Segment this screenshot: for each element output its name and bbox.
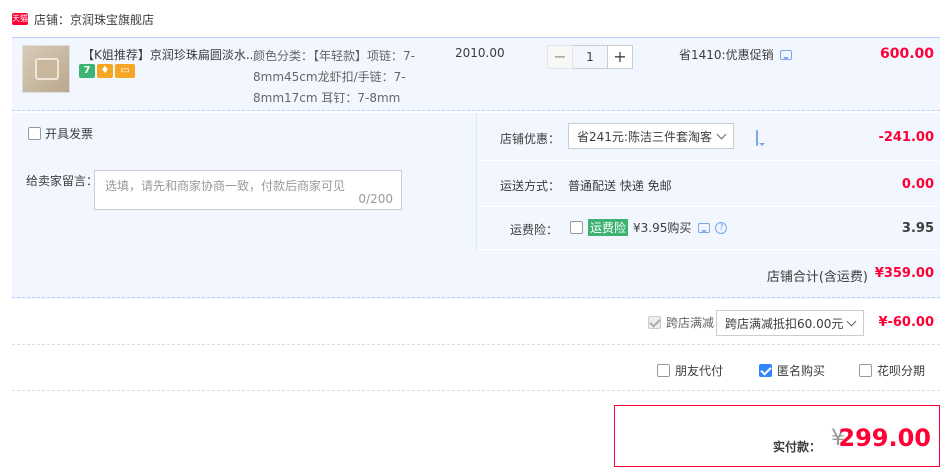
shop-name-link[interactable]: 店铺：京润珠宝旗舰店 [34, 11, 154, 28]
anonymous-label: 匿名购买 [777, 364, 826, 378]
promotion-info: 省1410:优惠促销 [679, 46, 792, 63]
shop-discount-value: -241.00 [878, 130, 934, 145]
shop-discount-row: 店铺优惠： 省241元:陈洁三件套淘客 -241.00 [478, 113, 940, 161]
cross-store-checkbox [648, 316, 661, 329]
shop-total-row: 店铺合计(含运费) ¥359.00 [12, 250, 940, 298]
shipping-label: 运送方式： [500, 179, 561, 193]
chat-icon[interactable] [779, 49, 792, 60]
huabei-label: 花呗分期 [877, 364, 926, 378]
message-char-count: 0/200 [358, 192, 393, 206]
invoice-checkbox[interactable] [28, 127, 41, 140]
insurance-tag: 运费险 [588, 219, 629, 236]
shipping-method: 普通配送 快递 免邮 [568, 179, 672, 193]
invoice-label: 开具发票 [45, 127, 94, 141]
item-total: 600.00 [879, 46, 934, 62]
cross-store-value: ¥-60.00 [878, 315, 934, 330]
unit-price: 2010.00 [455, 46, 505, 60]
insurance-value: 3.95 [901, 221, 934, 236]
service-badges: 7 ♦ ▭ [79, 64, 135, 78]
increase-button[interactable]: + [607, 45, 633, 69]
decrease-button[interactable]: − [547, 45, 573, 69]
cross-store-label: 跨店满减 [666, 316, 715, 330]
shop-header: 天猫 店铺：京润珠宝旗舰店 [12, 8, 154, 30]
shop-total-value: ¥359.00 [874, 266, 934, 281]
insurance-price: ¥3.95购买 [633, 221, 692, 235]
left-options: 开具发票 给卖家留言： 选填，请先和商家协商一致，付款后商家可见 0/200 [12, 113, 477, 250]
message-label: 给卖家留言： [26, 174, 99, 188]
cross-store-selected: 跨店满减抵扣60.00元 [725, 316, 844, 331]
help-icon[interactable]: ? [715, 221, 728, 234]
cross-store-option: 跨店满减 [648, 314, 714, 331]
quantity-stepper: − 1 + [547, 45, 633, 69]
shipping-fee: 0.00 [901, 177, 934, 192]
seven-day-return-icon[interactable]: 7 [79, 64, 95, 78]
chat-icon[interactable] [698, 222, 711, 233]
payment-options-row: 朋友代付 匿名购买 花呗分期 [12, 347, 940, 391]
friend-pay-checkbox[interactable] [657, 364, 670, 377]
huabei-installment-option[interactable]: 花呗分期 [859, 362, 925, 379]
insurance-label: 运费险： [510, 223, 559, 237]
friend-pay-label: 朋友代付 [675, 364, 724, 378]
quantity-input[interactable]: 1 [573, 45, 607, 69]
seller-message-input[interactable]: 选填，请先和商家协商一致，付款后商家可见 0/200 [94, 170, 402, 210]
sku-spec: 颜色分类：【年轻款】项链：7-8mm45cm龙虾扣/手链：7-8mm17cm 耳… [253, 49, 415, 105]
insurance-option[interactable]: 运费险 ¥3.95购买 ? [570, 219, 728, 236]
huabei-checkbox[interactable] [859, 364, 872, 377]
chevron-down-icon [716, 129, 727, 140]
chat-icon[interactable] [756, 130, 758, 146]
cart-item-row: 【K姐推荐】京润珍珠扁圆淡水... 7 ♦ ▭ 颜色分类：【年轻款】项链：7-8… [12, 37, 940, 111]
shop-discount-select[interactable]: 省241元:陈洁三件套淘客 [568, 123, 734, 149]
promotion-text: 省1410:优惠促销 [679, 48, 774, 62]
invoice-option[interactable]: 开具发票 [28, 125, 93, 142]
shop-discount-selected: 省241元:陈洁三件套淘客 [577, 129, 712, 144]
payment-total-box: 实付款： ¥ 299.00 [614, 405, 940, 467]
shipping-row: 运送方式： 普通配送 快递 免邮 0.00 [478, 161, 940, 207]
payment-amount: 299.00 [838, 424, 931, 452]
shop-discount-label: 店铺优惠： [500, 132, 561, 146]
insurance-row: 运费险： 运费险 ¥3.95购买 ? 3.95 [478, 207, 940, 250]
guarantee-icon[interactable]: ♦ [97, 64, 113, 78]
anonymous-checkbox[interactable] [759, 364, 772, 377]
credit-card-icon[interactable]: ▭ [115, 64, 135, 78]
insurance-checkbox[interactable] [570, 221, 583, 234]
message-placeholder: 选填，请先和商家协商一致，付款后商家可见 [105, 179, 346, 193]
cross-store-select[interactable]: 跨店满减抵扣60.00元 [716, 310, 864, 336]
cross-store-discount-row: 跨店满减 跨店满减抵扣60.00元 ¥-60.00 [12, 300, 940, 345]
payment-label: 实付款： [772, 440, 821, 454]
tmall-badge-icon: 天猫 [12, 13, 28, 25]
product-title-link[interactable]: 【K姐推荐】京润珍珠扁圆淡水... [82, 46, 252, 63]
friend-pay-option[interactable]: 朋友代付 [657, 362, 723, 379]
shop-total-label: 店铺合计(含运费) [766, 270, 868, 285]
anonymous-option[interactable]: 匿名购买 [759, 362, 825, 379]
product-thumbnail[interactable] [22, 45, 70, 93]
chevron-down-icon [846, 316, 857, 327]
